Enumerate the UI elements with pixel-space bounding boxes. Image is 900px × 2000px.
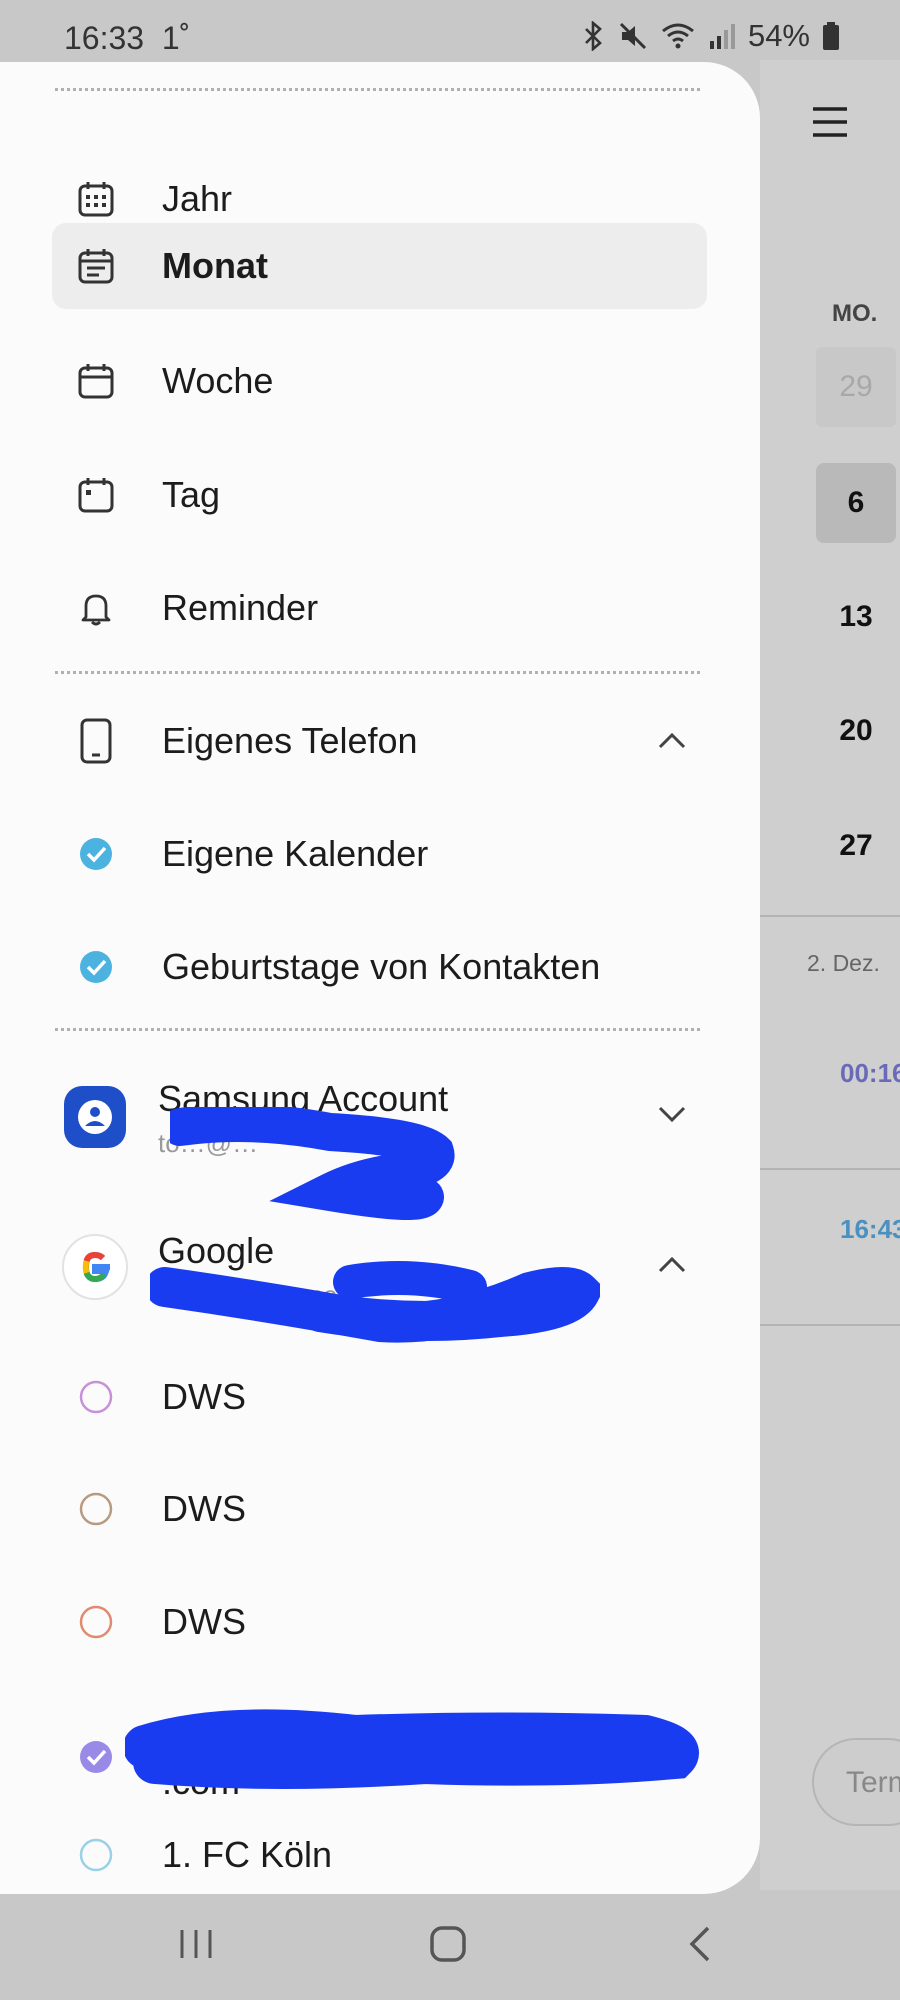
calendar-item[interactable]: DWS xyxy=(52,1354,707,1440)
event-time[interactable]: 00:16 xyxy=(840,1058,900,1089)
divider xyxy=(55,671,700,674)
calendar-label: DWS xyxy=(162,1601,246,1642)
google-g-icon xyxy=(82,1251,110,1283)
calendar-week-icon xyxy=(78,364,114,399)
wifi-icon xyxy=(662,23,694,49)
battery-icon xyxy=(823,22,839,50)
view-label: Woche xyxy=(162,360,274,401)
phone-icon xyxy=(80,718,112,764)
calendar-year-icon xyxy=(78,182,114,217)
status-icons: 54% xyxy=(580,18,840,54)
view-label: Monat xyxy=(162,245,268,286)
chevron-up-icon[interactable] xyxy=(657,726,687,756)
divider xyxy=(55,1028,700,1031)
system-navigation-bar xyxy=(0,1894,900,2000)
hamburger-menu-icon[interactable] xyxy=(812,104,848,140)
chevron-up-icon[interactable] xyxy=(657,1250,687,1280)
calendar-item[interactable]: Eigene Kalender xyxy=(52,811,707,897)
google-logo xyxy=(62,1234,128,1300)
day-cell[interactable]: 27 xyxy=(816,806,896,886)
divider xyxy=(760,1324,900,1326)
checked-circle-icon[interactable] xyxy=(78,836,114,872)
view-label: Reminder xyxy=(162,587,319,628)
signal-icon xyxy=(709,24,735,49)
view-week[interactable]: Woche xyxy=(52,338,707,424)
divider xyxy=(55,88,700,91)
day-cell[interactable]: 20 xyxy=(816,691,896,771)
event-time[interactable]: 16:43 xyxy=(840,1214,900,1245)
view-day[interactable]: Tag xyxy=(52,452,707,538)
calendar-item[interactable]: DWS xyxy=(52,1466,707,1552)
view-label: Tag xyxy=(162,474,221,515)
mute-icon xyxy=(619,22,647,50)
user-icon xyxy=(78,1100,112,1134)
weekday-header: MO. xyxy=(832,300,878,327)
chevron-down-icon[interactable] xyxy=(657,1098,687,1128)
checked-circle-icon[interactable] xyxy=(78,1739,114,1775)
view-month[interactable]: Monat xyxy=(52,223,707,309)
calendar-label: DWS xyxy=(162,1376,246,1417)
checked-circle-icon[interactable] xyxy=(78,949,114,985)
day-cell[interactable]: 29 xyxy=(816,347,896,427)
day-cell-today[interactable]: 6 xyxy=(816,463,896,543)
unchecked-circle-icon[interactable] xyxy=(78,1837,114,1873)
redaction-scribble xyxy=(150,1261,600,1343)
redaction-scribble xyxy=(170,1107,455,1220)
battery-text: 54% xyxy=(747,18,810,53)
divider xyxy=(760,915,900,917)
view-reminder[interactable]: Reminder xyxy=(52,565,707,651)
calendar-label: DWS xyxy=(162,1488,246,1529)
redaction-scribble xyxy=(125,1709,699,1789)
calendar-label: 1. FC Köln xyxy=(162,1834,333,1875)
home-icon[interactable] xyxy=(428,1924,468,1964)
calendar-item[interactable]: DWS xyxy=(52,1579,707,1665)
day-cell[interactable]: 13 xyxy=(816,577,896,657)
group-own-phone[interactable]: Eigenes Telefon xyxy=(52,698,707,784)
recent-apps-icon[interactable] xyxy=(176,1924,216,1964)
divider xyxy=(760,1168,900,1170)
calendar-label: Eigene Kalender xyxy=(162,833,429,874)
event-date-label: 2. Dez. xyxy=(807,950,880,976)
calendar-item[interactable]: Geburtstage von Kontakten xyxy=(52,924,707,1010)
samsung-account-logo xyxy=(64,1086,126,1148)
navigation-drawer: Jahr Monat Woche Tag Reminder Eigenes Te… xyxy=(0,62,760,1894)
calendar-item[interactable]: 1. FC Köln xyxy=(52,1812,707,1894)
unchecked-circle-icon[interactable] xyxy=(78,1379,114,1415)
unchecked-circle-icon[interactable] xyxy=(78,1604,114,1640)
bluetooth-icon xyxy=(585,21,602,51)
quick-add-event-input[interactable]: Term xyxy=(812,1738,900,1826)
bell-icon xyxy=(81,594,111,626)
view-label: Jahr xyxy=(162,178,233,219)
calendar-month-icon xyxy=(78,249,114,284)
back-icon[interactable] xyxy=(680,1924,720,1964)
calendar-day-icon xyxy=(78,478,114,513)
unchecked-circle-icon[interactable] xyxy=(78,1491,114,1527)
group-label: Eigenes Telefon xyxy=(162,720,418,761)
calendar-label: Geburtstage von Kontakten xyxy=(162,946,601,987)
status-time: 16:33 1˚ xyxy=(64,20,191,56)
